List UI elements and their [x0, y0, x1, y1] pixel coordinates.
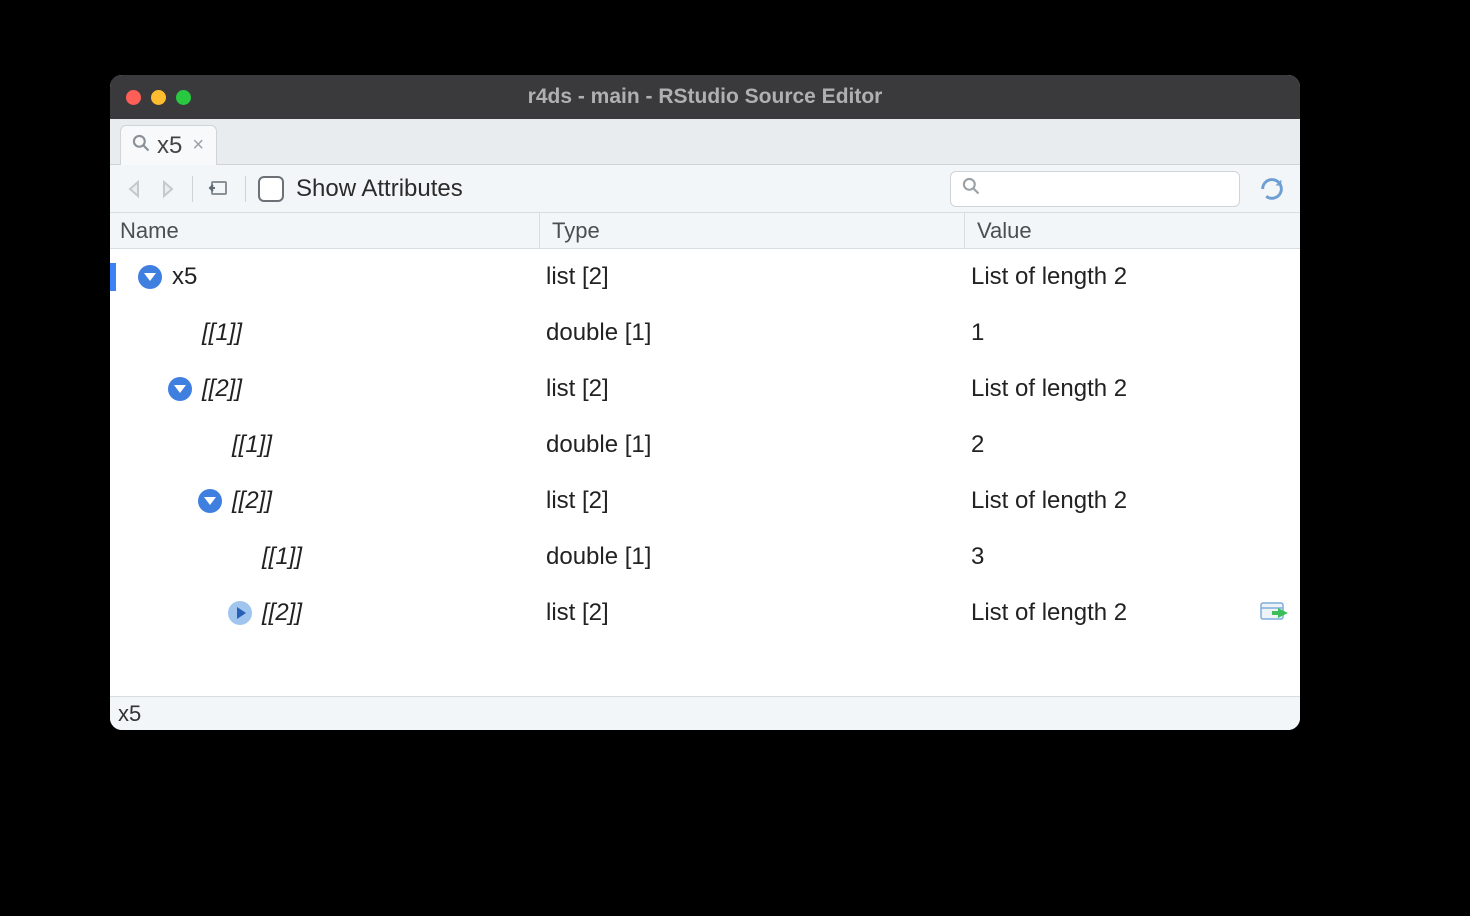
tabbar: x5 ×: [110, 119, 1300, 165]
statusbar: x5: [110, 696, 1300, 730]
node-type: list [2]: [534, 375, 959, 403]
send-to-console-icon[interactable]: [1260, 602, 1288, 624]
window: r4ds - main - RStudio Source Editor x5 ×…: [110, 75, 1300, 730]
node-value: List of length 2: [971, 375, 1127, 403]
magnifier-icon: [131, 132, 151, 160]
zoom-window-button[interactable]: [176, 90, 191, 105]
window-title: r4ds - main - RStudio Source Editor: [110, 85, 1300, 109]
node-name: [[2]]: [232, 487, 272, 515]
object-tree: x5 list [2] List of length 2 [[1]] double [1…: [110, 249, 1300, 696]
node-type: double [1]: [534, 431, 959, 459]
status-path: x5: [118, 701, 141, 727]
close-window-button[interactable]: [126, 90, 141, 105]
disclosure-spacer: [228, 545, 252, 569]
chevron-down-icon[interactable]: [168, 377, 192, 401]
toolbar-divider: [192, 176, 193, 202]
tab-x5[interactable]: x5 ×: [120, 125, 217, 165]
minimize-window-button[interactable]: [151, 90, 166, 105]
forward-button[interactable]: [152, 175, 180, 203]
node-name: [[2]]: [262, 599, 302, 627]
tree-row[interactable]: [[2]] list [2] List of length 2: [110, 473, 1300, 529]
node-value: 3: [971, 543, 984, 571]
node-type: double [1]: [534, 319, 959, 347]
back-button[interactable]: [122, 175, 150, 203]
tree-row[interactable]: [[2]] list [2] List of length 2: [110, 585, 1300, 641]
disclosure-spacer: [168, 321, 192, 345]
tree-row[interactable]: [[1]] double [1] 3: [110, 529, 1300, 585]
node-name: [[1]]: [232, 431, 272, 459]
header-type[interactable]: Type: [540, 213, 965, 248]
node-type: list [2]: [534, 599, 959, 627]
show-attributes-checkbox[interactable]: [258, 176, 284, 202]
show-attributes-label: Show Attributes: [296, 175, 463, 203]
node-name: [[1]]: [262, 543, 302, 571]
close-tab-icon[interactable]: ×: [192, 134, 204, 157]
node-type: double [1]: [534, 543, 959, 571]
tree-row[interactable]: [[1]] double [1] 1: [110, 305, 1300, 361]
tree-row[interactable]: [[1]] double [1] 2: [110, 417, 1300, 473]
node-name: [[2]]: [202, 375, 242, 403]
search-input[interactable]: [989, 177, 1229, 200]
search-icon: [961, 176, 981, 201]
header-name[interactable]: Name: [110, 213, 540, 248]
toolbar: Show Attributes: [110, 165, 1300, 213]
toolbar-divider-2: [245, 176, 246, 202]
node-name: [[1]]: [202, 319, 242, 347]
chevron-down-icon[interactable]: [138, 265, 162, 289]
node-value: List of length 2: [971, 263, 1127, 291]
chevron-right-icon[interactable]: [228, 601, 252, 625]
node-name: x5: [172, 263, 197, 291]
tree-row[interactable]: [[2]] list [2] List of length 2: [110, 361, 1300, 417]
node-value: 2: [971, 431, 984, 459]
column-headers: Name Type Value: [110, 213, 1300, 249]
node-value: List of length 2: [971, 599, 1127, 627]
chevron-down-icon[interactable]: [198, 489, 222, 513]
disclosure-spacer: [198, 433, 222, 457]
tree-row[interactable]: x5 list [2] List of length 2: [110, 249, 1300, 305]
open-in-new-window-button[interactable]: [205, 175, 233, 203]
header-value[interactable]: Value: [965, 213, 1300, 248]
search-box[interactable]: [950, 171, 1240, 207]
node-value: List of length 2: [971, 487, 1127, 515]
nav-arrows: [122, 175, 180, 203]
node-value: 1: [971, 319, 984, 347]
node-type: list [2]: [534, 487, 959, 515]
node-type: list [2]: [534, 263, 959, 291]
refresh-button[interactable]: [1256, 173, 1288, 205]
tab-label: x5: [157, 132, 182, 160]
titlebar: r4ds - main - RStudio Source Editor: [110, 75, 1300, 119]
window-controls: [126, 90, 191, 105]
